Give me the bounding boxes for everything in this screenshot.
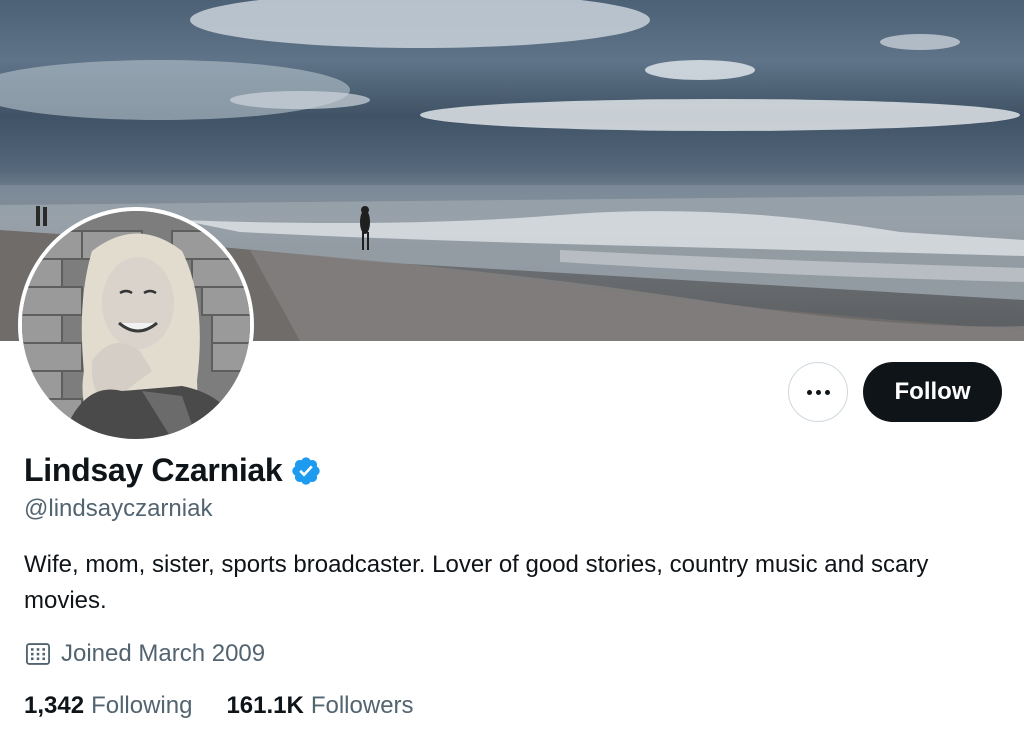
follow-stats: 1,342 Following 161.1K Followers: [24, 692, 414, 720]
following-link[interactable]: 1,342 Following: [24, 692, 192, 720]
calendar-icon: [25, 643, 51, 665]
name-row: Lindsay Czarniak: [24, 452, 322, 489]
follow-button[interactable]: Follow: [863, 362, 1002, 422]
profile-avatar[interactable]: [18, 207, 254, 443]
joined-date-row: Joined March 2009: [24, 640, 265, 668]
followers-count: 161.1K: [226, 692, 304, 719]
user-handle: @lindsayczarniak: [24, 495, 213, 522]
display-name: Lindsay Czarniak: [24, 452, 283, 488]
followers-link[interactable]: 161.1K Followers: [226, 692, 413, 720]
followers-label: Followers: [310, 692, 414, 719]
following-count: 1,342: [24, 692, 85, 719]
profile-bio: Wife, mom, sister, sports broadcaster. L…: [24, 551, 929, 614]
profile-page: Follow Lindsay Czarniak @lindsayczarniak…: [0, 0, 1024, 736]
avatar-photo: [22, 211, 250, 439]
following-label: Following: [91, 692, 193, 719]
more-options-button[interactable]: [788, 362, 848, 422]
verified-badge-icon[interactable]: [290, 455, 322, 487]
more-horizontal-icon: [806, 389, 830, 395]
joined-date: Joined March 2009: [61, 640, 266, 667]
